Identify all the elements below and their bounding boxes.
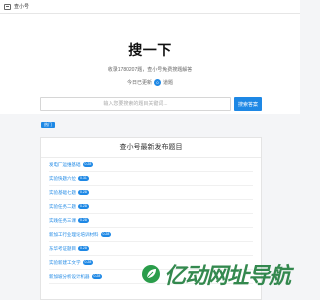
search-bar: 搜索答案 [40, 97, 262, 111]
today-prefix: 今日已更新 [126, 80, 152, 86]
hero-subtitle: 收录1780207题，查小号免费搜题解答 [107, 67, 193, 73]
question-badge: 0.28 [78, 218, 89, 223]
hot-tag[interactable]: 热门 [41, 122, 55, 128]
question-link[interactable]: 实验基础七题 [49, 190, 76, 196]
question-link[interactable]: 实验新建工文学 [49, 260, 81, 266]
question-badge: 0.31 [78, 176, 89, 181]
question-badge: 0.28 [78, 190, 89, 195]
question-badge: 0.28 [91, 274, 103, 279]
list-item[interactable]: 新加工行业理论培训材料 0.28 [49, 228, 253, 242]
question-badge: 0.28 [100, 232, 112, 237]
question-badge: 0.28 [78, 204, 89, 209]
question-link[interactable]: 实践任务三课 [49, 218, 76, 224]
list-item[interactable]: 实验快题六位 0.31 [49, 172, 253, 186]
list-item[interactable]: 发电厂运维基础 0.28 [49, 158, 253, 172]
question-link[interactable]: 东华考证题目 [49, 246, 76, 252]
page-title: 搜一下 [128, 42, 172, 58]
list-item[interactable]: 实践任务三课 0.28 [49, 214, 253, 228]
search-button[interactable]: 搜索答案 [234, 97, 262, 111]
list-item[interactable]: 实验任务二题 0.28 [49, 200, 253, 214]
question-list: 发电厂运维基础 0.28 实验快题六位 0.31 实验基础七题 0.28 实验任务二题… [41, 158, 261, 284]
question-link[interactable]: 发电厂运维基础 [49, 162, 81, 168]
brand-name[interactable]: 查小号 [14, 3, 29, 10]
search-input[interactable] [40, 97, 231, 111]
latest-questions-panel: 查小号最新发布题目 发电厂运维基础 0.28 实验快题六位 0.31 实验基础七题 0… [40, 137, 262, 300]
window-icon [4, 3, 11, 10]
top-navbar: 查小号 [0, 0, 300, 14]
question-link[interactable]: 新加坡分析设计机器 [49, 274, 90, 280]
today-update-line: 今日已更新 0 道题 [0, 79, 300, 86]
question-badge: 0.28 [82, 260, 94, 265]
question-badge: 0.28 [78, 246, 89, 251]
list-item[interactable]: 新加坡分析设计机器 0.28 [49, 270, 253, 284]
question-badge: 0.28 [82, 162, 94, 167]
panel-title: 查小号最新发布题目 [41, 138, 261, 158]
question-link[interactable]: 实验任务二题 [49, 204, 76, 210]
today-suffix: 道题 [163, 80, 174, 86]
list-item[interactable]: 实验基础七题 0.28 [49, 186, 253, 200]
list-item[interactable]: 实验新建工文学 0.28 [49, 256, 253, 270]
list-item[interactable]: 东华考证题目 0.28 [49, 242, 253, 256]
question-link[interactable]: 新加工行业理论培训材料 [49, 232, 99, 238]
question-link[interactable]: 实验快题六位 [49, 176, 76, 182]
today-count-badge: 0 [154, 79, 161, 86]
